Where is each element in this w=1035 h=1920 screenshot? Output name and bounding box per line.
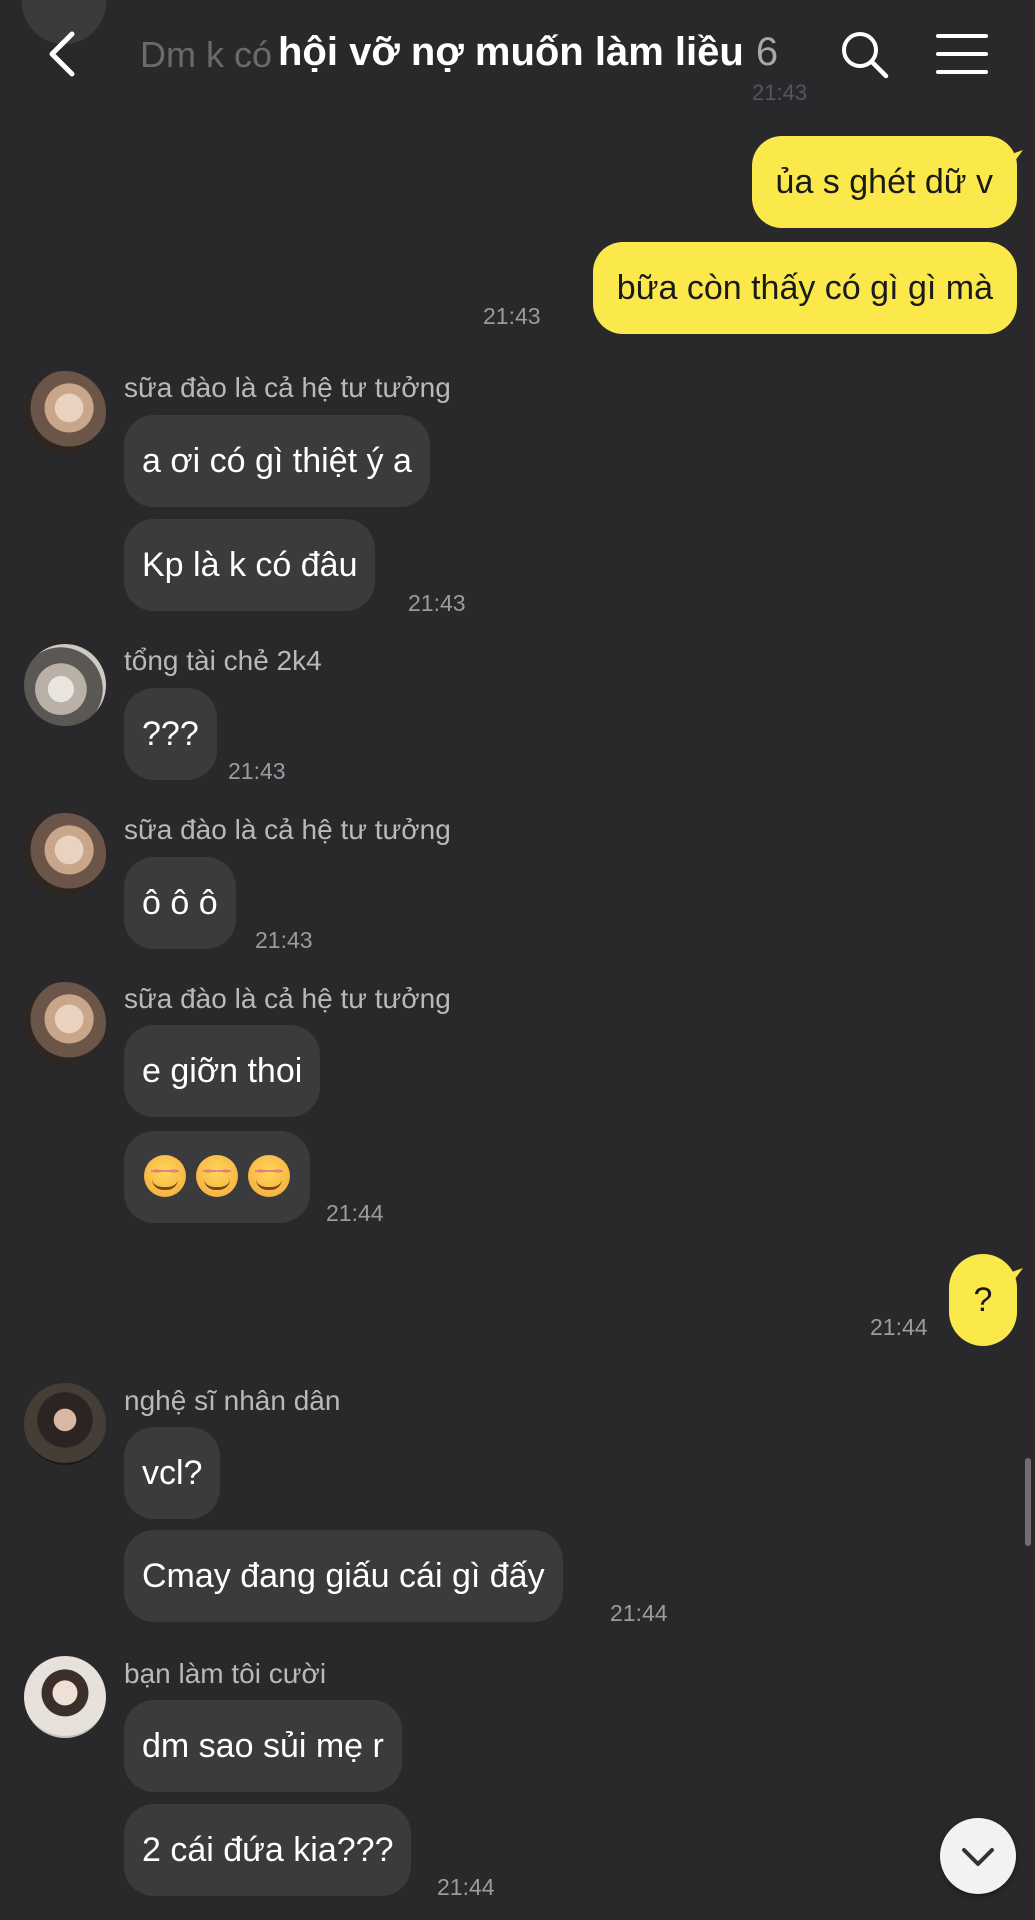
outgoing-message[interactable]: ?	[949, 1254, 1017, 1346]
scrolled-message-preview: Dm k có	[140, 34, 273, 75]
sender-name: sữa đào là cả hệ tư tưởng	[124, 372, 451, 403]
search-button[interactable]	[836, 26, 892, 82]
message-time: 21:44	[437, 1874, 495, 1900]
chevron-down-icon	[962, 1848, 994, 1866]
chat-title: hội vỡ nợ muốn làm liều 6	[278, 30, 778, 75]
scrollbar[interactable]	[1025, 1458, 1031, 1546]
scroll-to-bottom-button[interactable]	[940, 1818, 1016, 1894]
incoming-message[interactable]: dm sao sủi mẹ r	[124, 1700, 402, 1792]
incoming-message[interactable]: ???	[124, 688, 217, 780]
avatar[interactable]	[24, 982, 106, 1064]
message-time: 21:43	[228, 758, 286, 784]
message-time: 21:43	[255, 927, 313, 953]
sender-name: sữa đào là cả hệ tư tưởng	[124, 814, 451, 845]
sender-name: tổng tài chẻ 2k4	[124, 645, 322, 676]
menu-button[interactable]	[934, 28, 990, 80]
sender-name: nghệ sĩ nhân dân	[124, 1385, 341, 1416]
hamburger-menu-icon	[936, 34, 988, 74]
chat-header: Dm k có 21:43 hội vỡ nợ muốn làm liều 6	[0, 0, 1035, 110]
message-time: 21:43	[408, 590, 466, 616]
emoji-message[interactable]	[124, 1131, 310, 1223]
message-time: 21:44	[610, 1600, 668, 1626]
incoming-message[interactable]: ô ô ô	[124, 857, 236, 949]
back-button[interactable]	[38, 24, 88, 84]
incoming-message[interactable]: 2 cái đứa kia???	[124, 1804, 412, 1896]
avatar[interactable]	[24, 371, 106, 453]
group-name: hội vỡ nợ muốn làm liều	[278, 30, 744, 74]
avatar[interactable]	[24, 813, 106, 895]
outgoing-message[interactable]: bữa còn thấy có gì gì mà	[592, 242, 1017, 334]
outgoing-message[interactable]: ủa s ghét dữ v	[751, 136, 1017, 228]
avatar[interactable]	[24, 1656, 106, 1738]
member-count: 6	[755, 30, 779, 74]
sender-name: sữa đào là cả hệ tư tưởng	[124, 983, 451, 1014]
message-time: 21:43	[483, 303, 541, 329]
incoming-message[interactable]: e giỡn thoi	[124, 1025, 321, 1117]
message-time: 21:44	[326, 1200, 384, 1226]
avatar[interactable]	[24, 1383, 106, 1465]
chevron-left-icon	[49, 31, 75, 77]
smiling-face-icon	[248, 1155, 290, 1198]
incoming-message[interactable]: Kp là k có đâu	[124, 519, 376, 611]
incoming-message[interactable]: vcl?	[124, 1427, 221, 1519]
sender-name: bạn làm tôi cười	[124, 1658, 327, 1689]
incoming-message[interactable]: a ơi có gì thiệt ý a	[124, 415, 430, 507]
incoming-message[interactable]: Cmay đang giấu cái gì đấy	[124, 1530, 563, 1622]
scrolled-message-time: 21:43	[752, 80, 808, 105]
message-time: 21:44	[870, 1314, 928, 1340]
avatar[interactable]	[24, 644, 106, 726]
smiling-face-icon	[196, 1155, 238, 1198]
smiling-face-icon	[144, 1155, 186, 1198]
search-icon	[842, 32, 889, 79]
